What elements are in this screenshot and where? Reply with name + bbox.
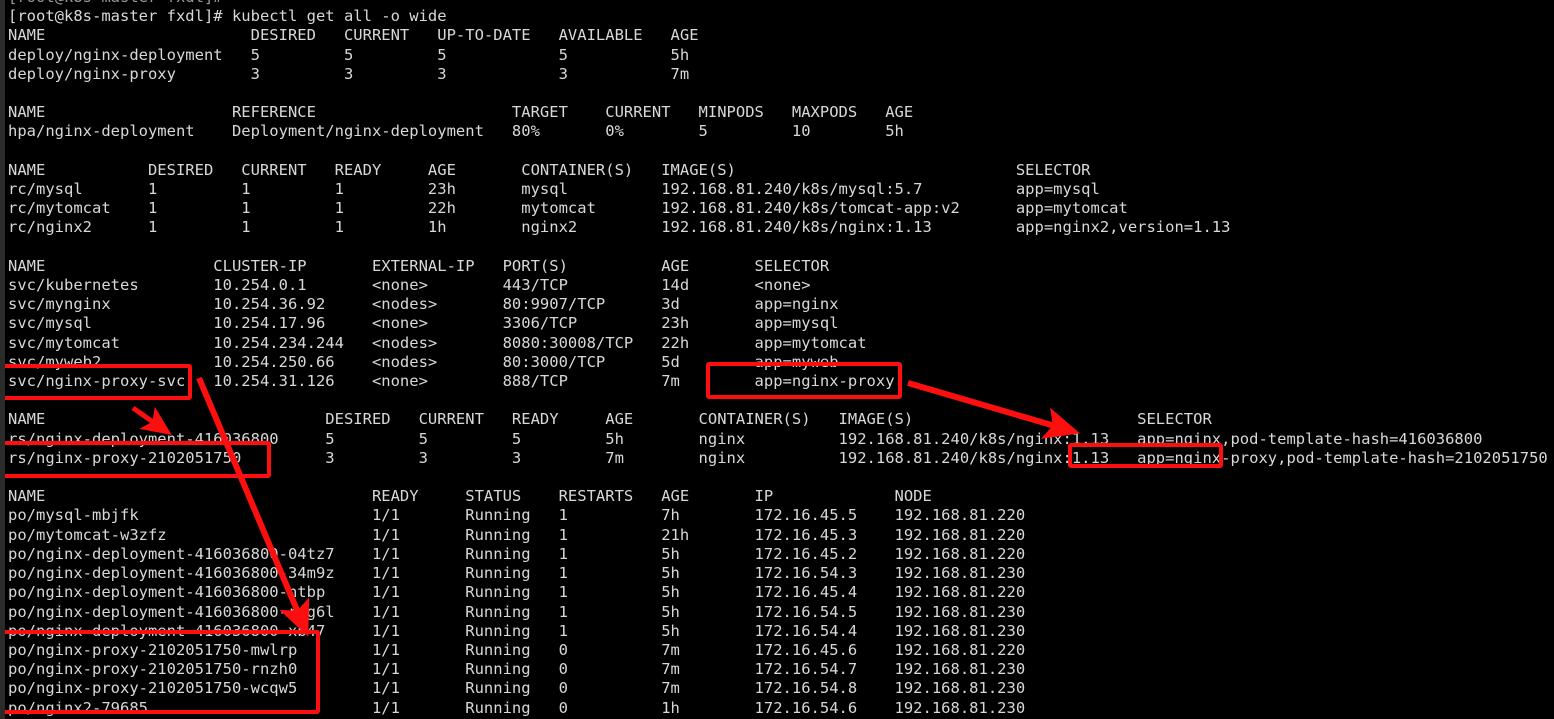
arrow-svc-to-rs: [131, 405, 172, 436]
terminal-window[interactable]: [root@k8s-master fxdl]# [root@k8s-master…: [0, 0, 1554, 719]
arrow-svc-to-pods: [196, 376, 310, 637]
annotation-arrows: [131, 376, 1081, 637]
terminal-left-scrollbar[interactable]: [0, 0, 5, 719]
arrow-selector-to-rs-selector: [907, 380, 1081, 439]
